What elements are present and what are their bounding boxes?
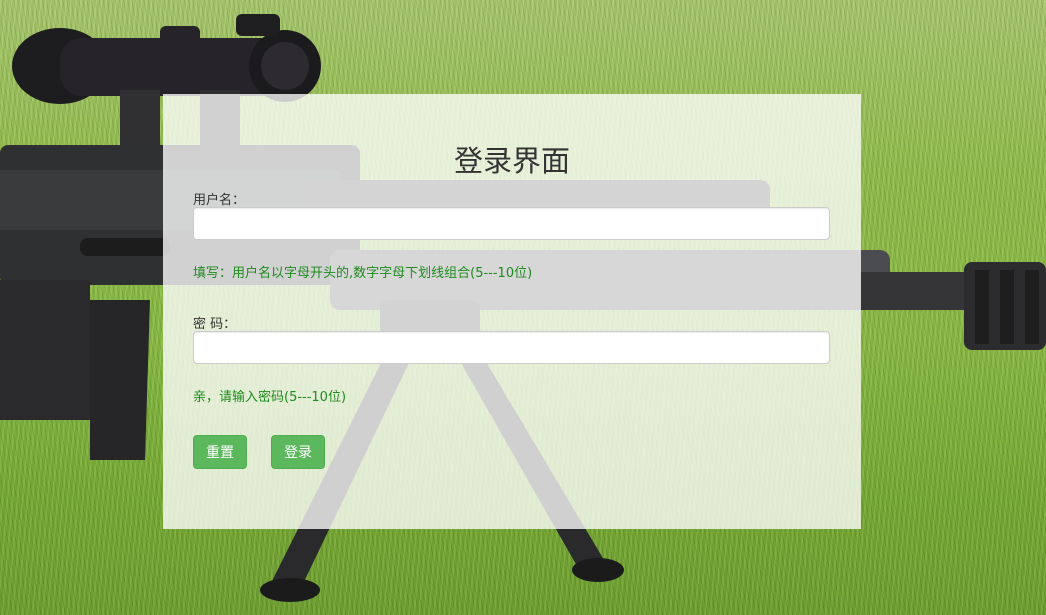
username-input[interactable] (193, 207, 830, 240)
login-button[interactable]: 登录 (271, 435, 325, 469)
password-hint: 亲，请输入密码(5---10位) (193, 390, 347, 405)
password-label: 密 码： (193, 317, 237, 332)
username-label: 用户名： (193, 193, 246, 208)
password-input[interactable] (193, 331, 830, 364)
username-hint: 填写：用户名以字母开头的,数字字母下划线组合(5---10位) (193, 266, 533, 281)
reset-button[interactable]: 重置 (193, 435, 247, 469)
page-title: 登录界面 (453, 144, 570, 178)
login-panel: 登录界面 用户名： 填写：用户名以字母开头的,数字字母下划线组合(5---10位… (163, 94, 861, 529)
